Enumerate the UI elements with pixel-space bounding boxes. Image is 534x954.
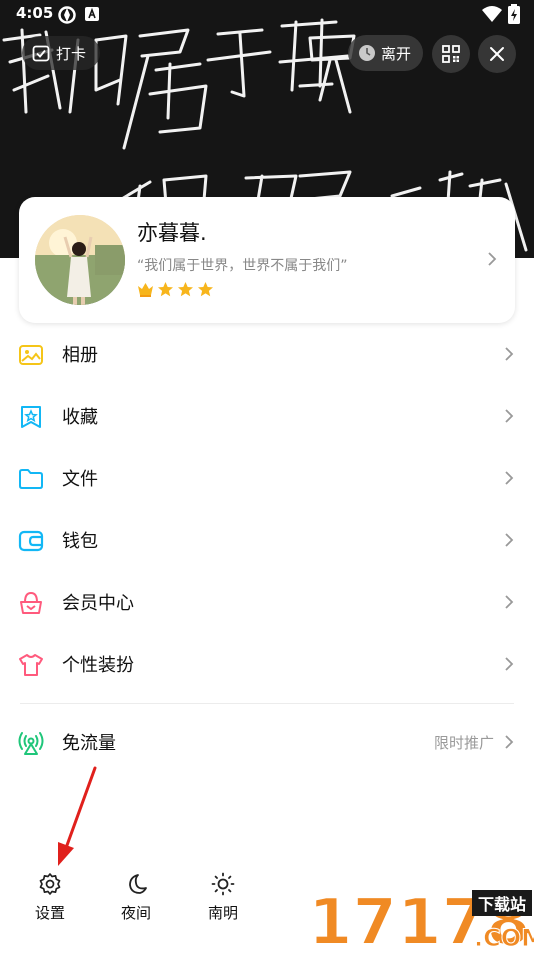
profile-card[interactable]: 亦暮暮. “我们属于世界，世界不属于我们” bbox=[19, 197, 515, 323]
signature: “我们属于世界，世界不属于我们” bbox=[137, 258, 348, 274]
text-notification-icon bbox=[85, 7, 99, 21]
gear-icon bbox=[39, 873, 61, 895]
leave-status-label: 离开 bbox=[381, 44, 412, 63]
folder-icon bbox=[19, 469, 43, 489]
chevron-right-icon bbox=[505, 471, 514, 485]
close-icon bbox=[490, 47, 504, 61]
leave-status-button[interactable]: 离开 bbox=[348, 35, 424, 71]
avatar-photo bbox=[35, 215, 125, 305]
calendar-check-icon bbox=[32, 45, 50, 62]
watermark-domain: .COM bbox=[474, 924, 534, 950]
menu-item-label: 会员中心 bbox=[62, 593, 134, 614]
night-mode-label: 夜间 bbox=[120, 904, 151, 922]
chevron-right-icon bbox=[505, 409, 514, 423]
status-bar: 4:05 bbox=[0, 0, 534, 28]
menu-item-label: 钱包 bbox=[62, 531, 98, 552]
menu-item-wallet[interactable]: 钱包 bbox=[0, 509, 534, 571]
menu-item-label: 个性装扮 bbox=[62, 655, 134, 676]
watermark-logo: 17178 下载站 .COM bbox=[306, 880, 534, 954]
wallet-icon bbox=[18, 530, 44, 552]
moon-icon bbox=[129, 874, 147, 894]
settings-button[interactable]: 设置 bbox=[20, 872, 80, 923]
crown-icon bbox=[138, 283, 153, 297]
checkin-label: 打卡 bbox=[56, 44, 87, 63]
close-button[interactable] bbox=[478, 35, 516, 73]
avatar[interactable] bbox=[35, 215, 125, 305]
menu-item-label: 文件 bbox=[62, 469, 98, 490]
menu-item-favorites[interactable]: 收藏 bbox=[0, 385, 534, 447]
chevron-right-icon bbox=[505, 735, 514, 749]
tshirt-icon bbox=[19, 654, 43, 676]
app-notification-icon bbox=[58, 6, 76, 24]
qr-code-icon bbox=[442, 45, 460, 63]
menu-item-label: 相册 bbox=[62, 345, 98, 366]
nickname: 亦暮暮. bbox=[137, 221, 207, 245]
battery-icon bbox=[508, 4, 520, 24]
favorites-icon bbox=[21, 406, 41, 428]
signal-tower-icon bbox=[18, 732, 44, 755]
promo-hint: 限时推广 bbox=[433, 733, 494, 752]
chevron-right-icon bbox=[505, 595, 514, 609]
watermark-graphic: 17178 下载站 .COM bbox=[307, 885, 534, 954]
status-time: 4:05 bbox=[16, 4, 54, 22]
level-badges[interactable] bbox=[137, 281, 214, 298]
menu-item-album[interactable]: 相册 bbox=[0, 323, 534, 385]
wifi-icon bbox=[482, 6, 502, 22]
clock-icon bbox=[359, 45, 375, 61]
photo-album-icon bbox=[19, 345, 43, 365]
watermark-badge: 下载站 bbox=[478, 895, 526, 914]
weather-label: 南明 bbox=[207, 904, 238, 922]
menu-divider bbox=[20, 703, 514, 704]
star-icon bbox=[178, 282, 193, 297]
qr-code-button[interactable] bbox=[432, 35, 470, 73]
menu-item-data-free[interactable]: 免流量 限时推广 bbox=[0, 711, 534, 773]
chevron-right-icon bbox=[488, 252, 497, 266]
checkin-button[interactable]: 打卡 bbox=[22, 36, 101, 70]
star-icon bbox=[158, 282, 173, 297]
menu-item-vip-center[interactable]: 会员中心 bbox=[0, 571, 534, 633]
settings-label: 设置 bbox=[34, 904, 65, 922]
star-icon bbox=[198, 282, 213, 297]
menu-item-label: 免流量 bbox=[62, 733, 116, 754]
night-mode-button[interactable]: 夜间 bbox=[106, 872, 166, 923]
sun-icon bbox=[211, 872, 235, 896]
menu-item-files[interactable]: 文件 bbox=[0, 447, 534, 509]
chevron-right-icon bbox=[505, 347, 514, 361]
menu-item-label: 收藏 bbox=[62, 407, 98, 428]
chevron-right-icon bbox=[505, 533, 514, 547]
weather-button[interactable]: 南明 bbox=[193, 872, 253, 923]
vip-icon bbox=[20, 591, 42, 614]
chevron-right-icon bbox=[505, 657, 514, 671]
menu-list: 相册 收藏 文件 钱包 会员中心 个性装扮 bbox=[0, 323, 534, 695]
menu-item-personalize[interactable]: 个性装扮 bbox=[0, 633, 534, 695]
